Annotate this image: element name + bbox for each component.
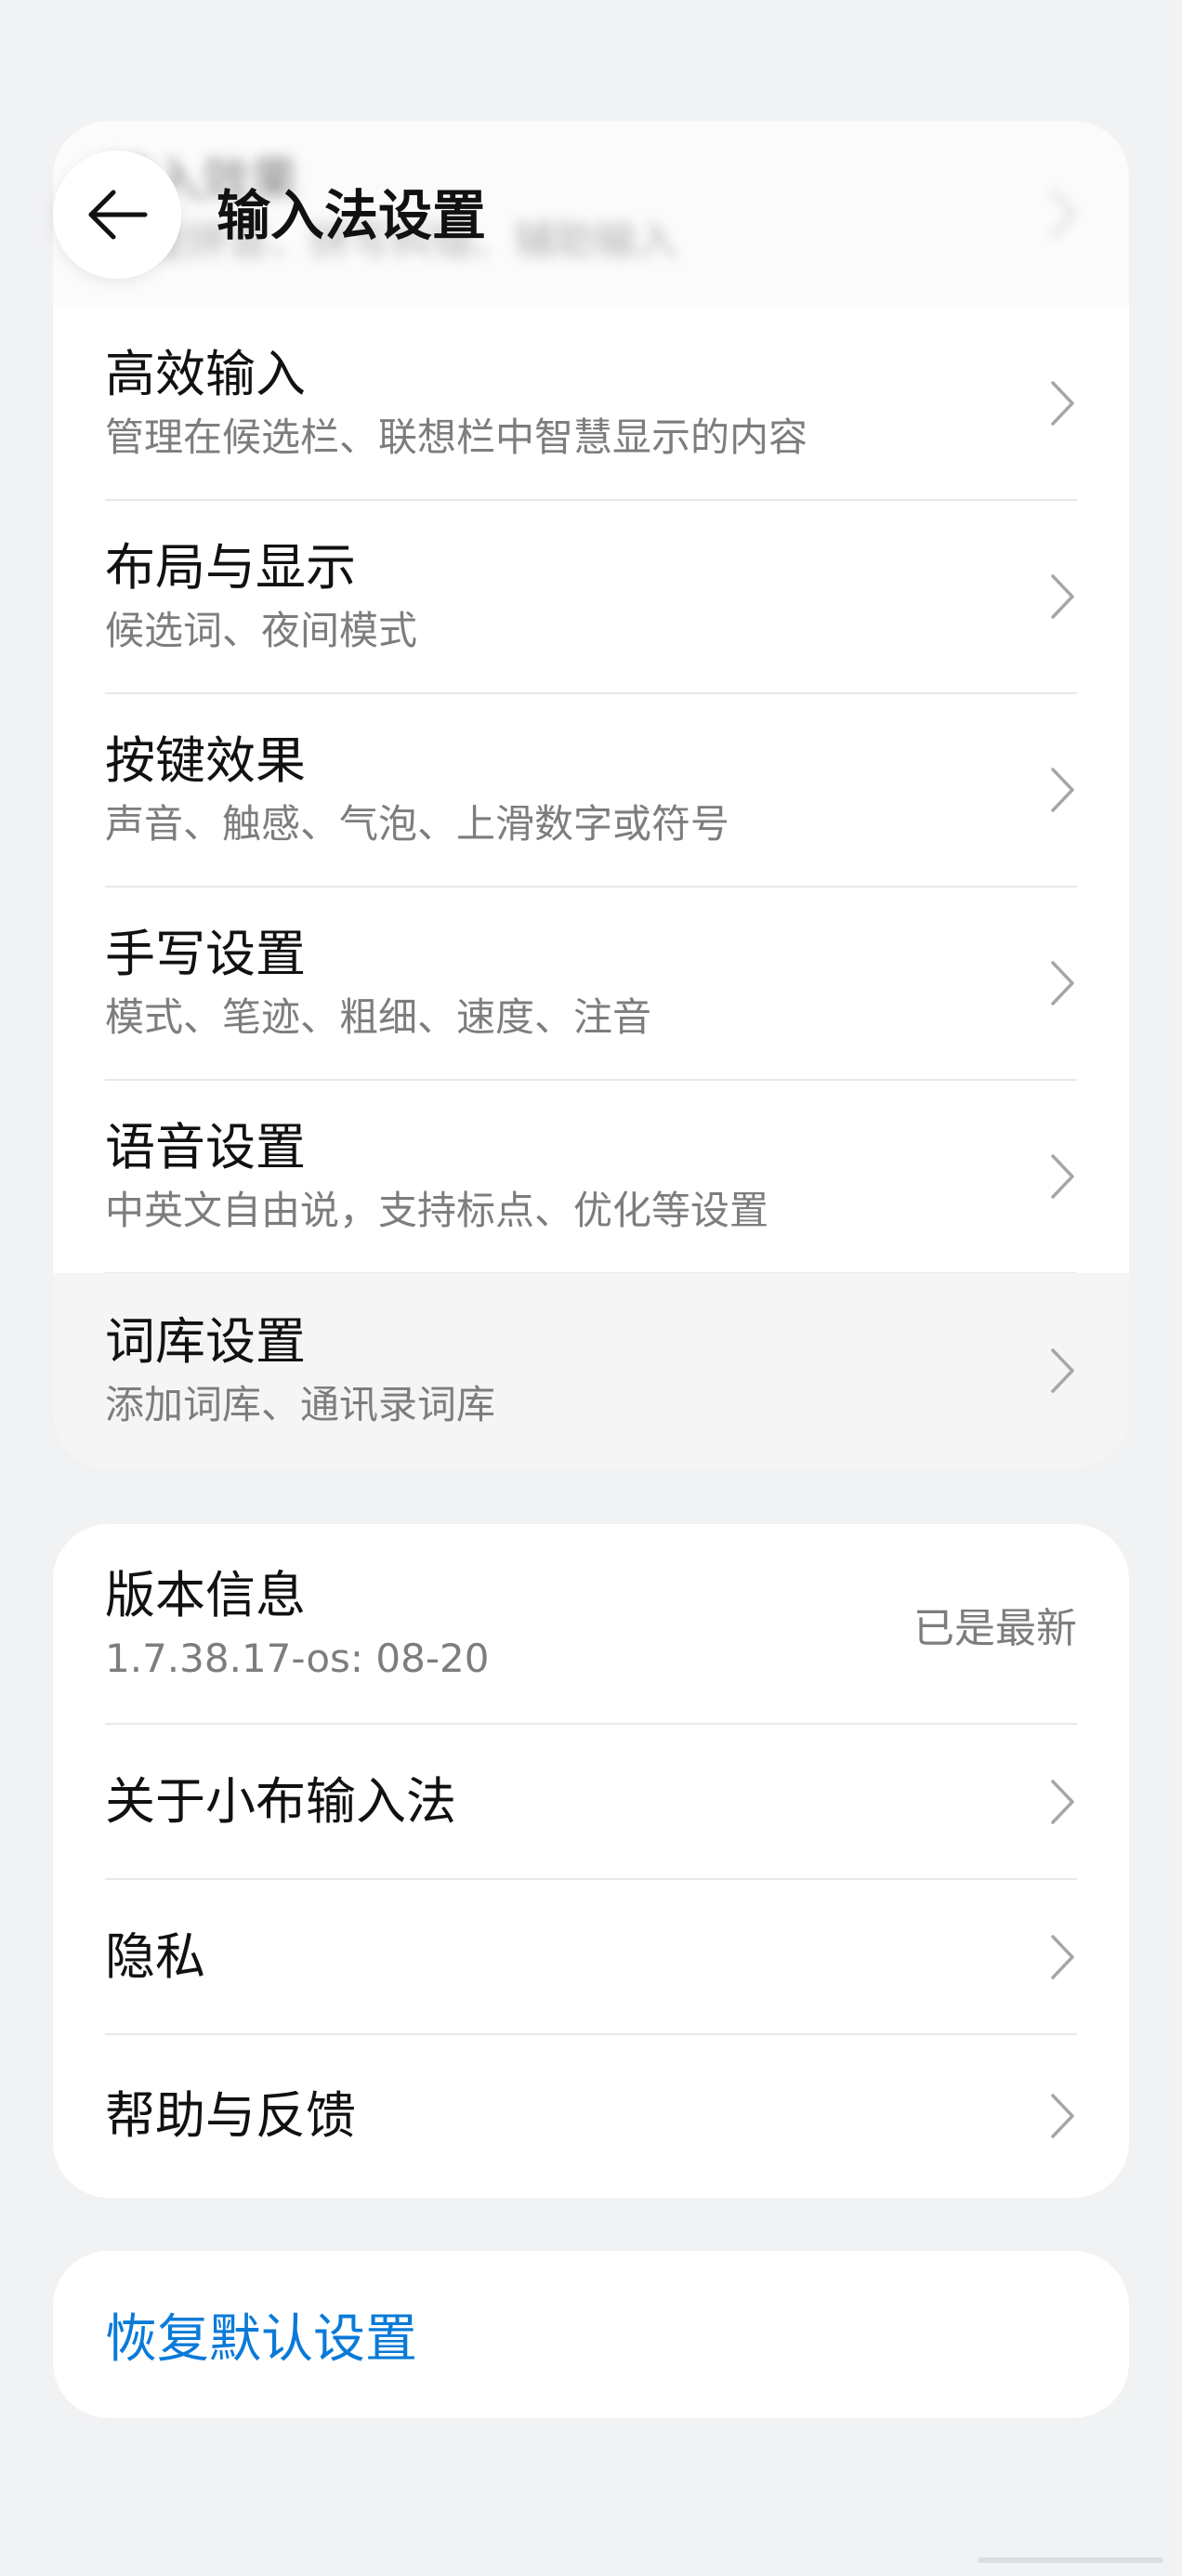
settings-item-text: 词库设置 添加词库、通讯录词库 (105, 1308, 495, 1433)
settings-item-efficient-input[interactable]: 高效输入 管理在候选栏、联想栏中智慧显示的内容 (53, 307, 1129, 500)
settings-item-text: 按键效果 声音、触感、气泡、上滑数字或符号 (105, 728, 729, 852)
version-number: 1.7.38.17-os: 08-20 (105, 1635, 490, 1681)
chevron-right-icon (1051, 961, 1074, 1005)
settings-item-title: 语音设置 (105, 1118, 306, 1176)
about-app-label: 关于小布输入法 (105, 1771, 456, 1831)
settings-item-text: 语音设置 中英文自由说，支持标点、优化等设置 (105, 1114, 768, 1239)
settings-group-card: 高效输入 管理在候选栏、联想栏中智慧显示的内容 布局与显示 候选词、夜间模式 按… (53, 279, 1129, 1468)
version-info-title: 版本信息 (105, 1565, 306, 1624)
chevron-right-icon (1051, 2094, 1074, 2138)
settings-item-title: 手写设置 (105, 925, 306, 983)
settings-item-title: 高效输入 (105, 345, 306, 403)
scrolled-under-item: 输入效果 智能拼音、拼写纠错、辅助输入 (53, 121, 1129, 307)
settings-item-dictionary[interactable]: 词库设置 添加词库、通讯录词库 (53, 1273, 1129, 1468)
about-app-row[interactable]: 关于小布输入法 (53, 1724, 1129, 1879)
chevron-right-icon (1051, 1348, 1074, 1393)
settings-item-subtitle: 中英文自由说，支持标点、优化等设置 (105, 1188, 769, 1233)
settings-item-key-effects[interactable]: 按键效果 声音、触感、气泡、上滑数字或符号 (53, 693, 1129, 887)
privacy-row[interactable]: 隐私 (53, 1879, 1129, 2034)
settings-item-voice[interactable]: 语音设置 中英文自由说，支持标点、优化等设置 (53, 1080, 1129, 1273)
restore-card: 恢复默认设置 (53, 2251, 1129, 2418)
version-info-row[interactable]: 版本信息 1.7.38.17-os: 08-20 已是最新 (53, 1524, 1129, 1724)
restore-defaults-label: 恢复默认设置 (105, 2308, 417, 2370)
settings-item-text: 高效输入 管理在候选栏、联想栏中智慧显示的内容 (105, 341, 808, 466)
chevron-right-icon (1051, 574, 1074, 619)
help-feedback-label: 帮助与反馈 (105, 2086, 356, 2145)
privacy-label: 隐私 (105, 1926, 205, 1986)
top-bar: 输入效果 智能拼音、拼写纠错、辅助输入 输入法设置 (0, 0, 1182, 307)
settings-item-title: 按键效果 (105, 731, 306, 790)
chevron-right-icon (1051, 1154, 1074, 1199)
settings-item-subtitle: 模式、笔迹、粗细、速度、注音 (105, 994, 652, 1040)
home-indicator (978, 2557, 1163, 2563)
version-status: 已是最新 (913, 1604, 1077, 1652)
settings-item-layout-display[interactable]: 布局与显示 候选词、夜间模式 (53, 500, 1129, 693)
settings-item-subtitle: 管理在候选栏、联想栏中智慧显示的内容 (105, 414, 808, 460)
restore-defaults-button[interactable]: 恢复默认设置 (53, 2251, 1129, 2418)
settings-item-subtitle: 添加词库、通讯录词库 (105, 1382, 496, 1427)
settings-item-subtitle: 候选词、夜间模式 (105, 608, 418, 653)
arrow-left-icon (88, 190, 148, 240)
chevron-right-icon (1051, 381, 1074, 426)
page-title: 输入法设置 (217, 184, 487, 247)
settings-item-title: 词库设置 (105, 1312, 306, 1371)
settings-item-title: 布局与显示 (105, 538, 356, 597)
settings-item-text: 布局与显示 候选词、夜间模式 (105, 534, 417, 659)
settings-item-text: 手写设置 模式、笔迹、粗细、速度、注音 (105, 921, 651, 1045)
chevron-right-icon (1051, 1779, 1074, 1824)
help-feedback-row[interactable]: 帮助与反馈 (53, 2034, 1129, 2198)
chevron-right-icon (1051, 768, 1074, 812)
settings-item-subtitle: 声音、触感、气泡、上滑数字或符号 (105, 801, 730, 847)
chevron-right-icon (1051, 190, 1075, 238)
about-group-card: 版本信息 1.7.38.17-os: 08-20 已是最新 关于小布输入法 隐私… (53, 1524, 1129, 2198)
settings-item-handwriting[interactable]: 手写设置 模式、笔迹、粗细、速度、注音 (53, 887, 1129, 1080)
back-button[interactable] (53, 151, 181, 279)
version-info-text: 版本信息 1.7.38.17-os: 08-20 (105, 1562, 489, 1687)
chevron-right-icon (1051, 1934, 1074, 1979)
